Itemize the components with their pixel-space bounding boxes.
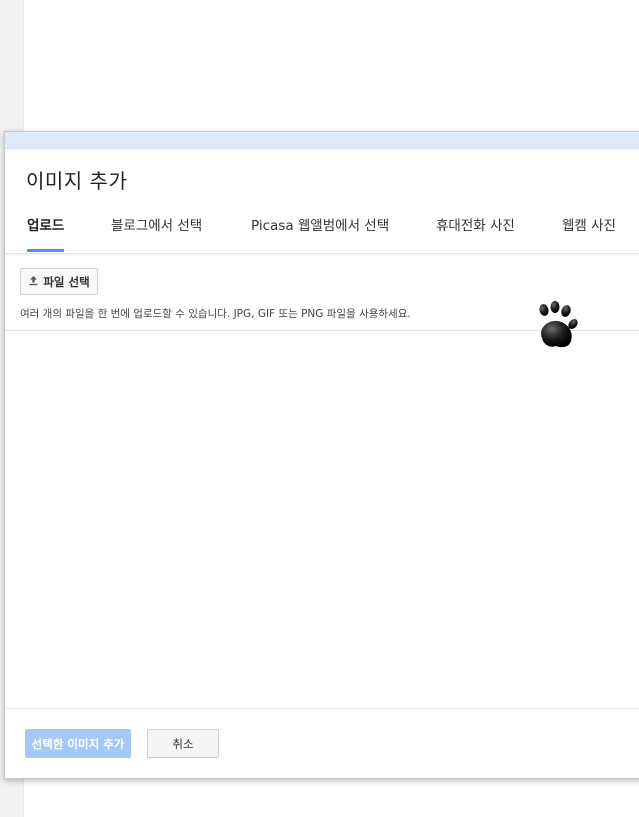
tab-blog[interactable]: 블로그에서 선택 (111, 209, 202, 251)
cancel-button[interactable]: 취소 (147, 729, 219, 758)
upload-help-text: 여러 개의 파일을 한 번에 업로드할 수 있습니다. JPG, GIF 또는 … (20, 308, 411, 320)
add-selected-images-button[interactable]: 선택한 이미지 추가 (25, 729, 131, 758)
tab-picasa[interactable]: Picasa 웹앨범에서 선택 (251, 209, 389, 251)
dialog-topbar (5, 132, 639, 149)
add-image-dialog: 이미지 추가 업로드 블로그에서 선택 Picasa 웹앨범에서 선택 휴대전화… (4, 131, 639, 779)
dialog-title: 이미지 추가 (26, 169, 128, 193)
paw-icon (528, 300, 584, 356)
tab-phone-photos[interactable]: 휴대전화 사진 (436, 209, 515, 251)
footer-divider (5, 708, 639, 709)
choose-file-button[interactable]: 파일 선택 (20, 268, 98, 295)
tab-webcam[interactable]: 웹캠 사진 (562, 209, 616, 251)
choose-file-label: 파일 선택 (43, 274, 90, 289)
upload-drop-area[interactable] (5, 331, 639, 709)
tab-bar: 업로드 블로그에서 선택 Picasa 웹앨범에서 선택 휴대전화 사진 웹캠 … (5, 209, 639, 254)
upload-icon (28, 275, 39, 289)
tab-upload[interactable]: 업로드 (27, 209, 65, 252)
